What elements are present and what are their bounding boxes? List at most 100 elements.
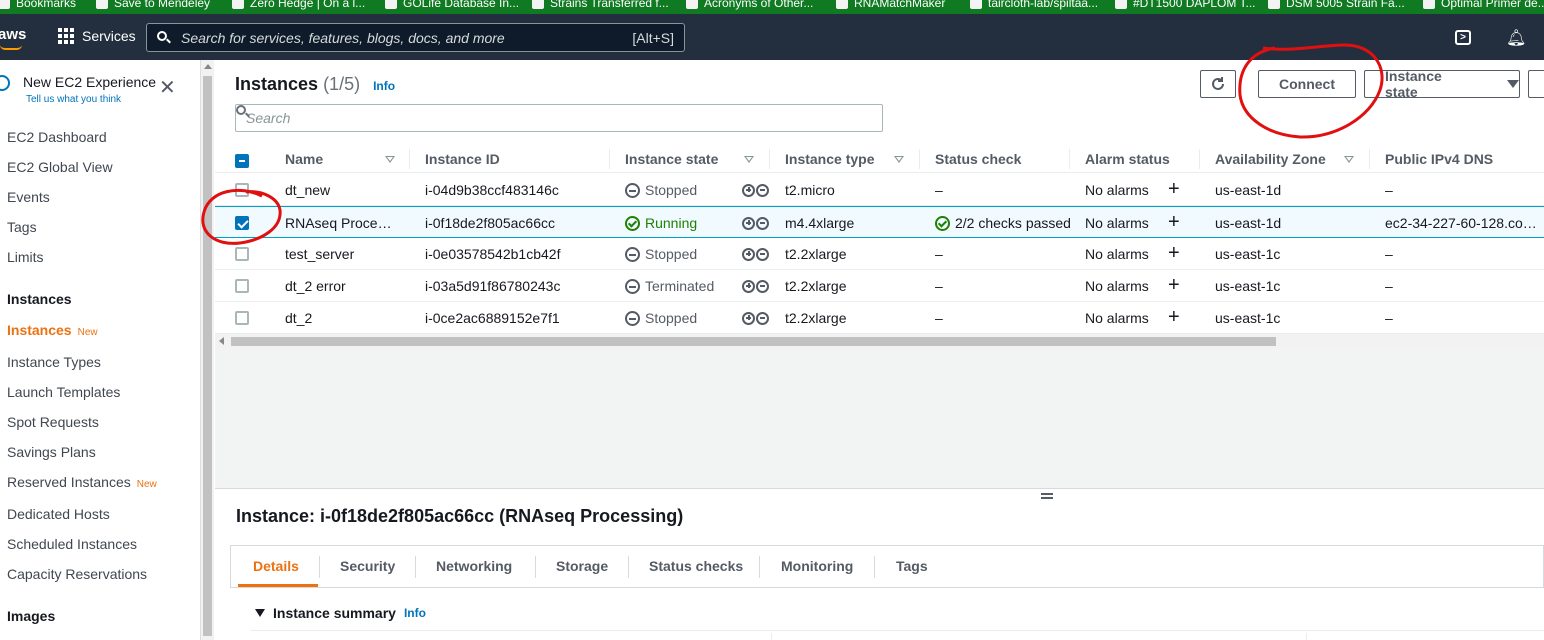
horizontal-scrollbar[interactable]: [215, 334, 1544, 348]
column-header[interactable]: Name: [285, 151, 323, 167]
tab-networking[interactable]: Networking: [436, 558, 512, 574]
column-header[interactable]: Instance state: [625, 151, 718, 167]
sidebar-item[interactable]: Scheduled Instances: [7, 536, 137, 552]
global-search[interactable]: [Alt+S]: [146, 23, 685, 52]
zoom-in-icon[interactable]: [742, 216, 755, 230]
instance-id-link[interactable]: i-0f18de2f805ac66cc: [425, 215, 555, 231]
add-alarm-icon[interactable]: +: [1168, 275, 1180, 295]
row-checkbox[interactable]: [235, 216, 249, 230]
add-alarm-icon[interactable]: +: [1168, 243, 1180, 263]
sidebar-item[interactable]: Launch Templates: [7, 384, 120, 400]
info-link[interactable]: Info: [373, 79, 395, 93]
column-separator[interactable]: [409, 149, 410, 169]
table-row[interactable]: dt_2 error i-03a5d91f86780243c t2.2xlarge N…: [215, 270, 1544, 302]
column-separator[interactable]: [769, 149, 770, 169]
column-header[interactable]: Instance type: [785, 151, 874, 167]
zoom-in-icon[interactable]: [742, 311, 755, 325]
drag-handle-icon[interactable]: [1041, 493, 1053, 499]
sidebar-scrollbar[interactable]: [200, 60, 214, 640]
instance-id-link[interactable]: i-0e03578542b1cb42f: [425, 246, 560, 262]
add-alarm-icon[interactable]: +: [1168, 307, 1180, 327]
bookmark-item[interactable]: Strains Transferred f...: [532, 0, 669, 10]
refresh-button[interactable]: [1200, 70, 1236, 98]
cloudshell-icon[interactable]: >: [1455, 30, 1471, 45]
sidebar-item[interactable]: Limits: [7, 249, 44, 265]
table-search-input[interactable]: [246, 110, 826, 126]
table-search[interactable]: [235, 104, 883, 132]
actions-button[interactable]: [1528, 70, 1544, 98]
table-row[interactable]: dt_2 i-0ce2ac6889152e7f1 t2.2xlarge No alar…: [215, 302, 1544, 334]
scrollbar-thumb[interactable]: [203, 76, 212, 636]
column-header[interactable]: Availability Zone: [1215, 151, 1326, 167]
sidebar-item[interactable]: Instance Types: [7, 354, 101, 370]
bookmark-item[interactable]: #DT1500 DAPLOM T...: [1115, 0, 1256, 10]
zoom-controls[interactable]: [742, 247, 769, 261]
zoom-controls[interactable]: [742, 216, 769, 230]
zoom-out-icon[interactable]: [756, 183, 769, 197]
tab-status-checks[interactable]: Status checks: [649, 558, 743, 574]
column-separator[interactable]: [1199, 149, 1200, 169]
close-icon[interactable]: ✕: [159, 78, 176, 98]
split-divider[interactable]: [215, 488, 1544, 489]
column-header[interactable]: Status check: [935, 151, 1021, 167]
connect-button[interactable]: Connect: [1258, 70, 1356, 98]
zoom-controls[interactable]: [742, 183, 769, 197]
tab-details[interactable]: Details: [253, 558, 299, 574]
add-alarm-icon[interactable]: +: [1168, 212, 1180, 232]
add-alarm-icon[interactable]: +: [1168, 179, 1180, 199]
zoom-in-icon[interactable]: [742, 279, 755, 293]
select-all-checkbox[interactable]: [235, 154, 249, 168]
zoom-out-icon[interactable]: [756, 311, 769, 325]
sidebar-item[interactable]: Instances New: [7, 322, 98, 338]
column-header[interactable]: Public IPv4 DNS: [1385, 151, 1493, 167]
sidebar-item[interactable]: Reserved Instances New: [7, 474, 157, 490]
zoom-out-icon[interactable]: [756, 216, 769, 230]
table-row[interactable]: dt_new i-04d9b38ccf483146c t2.micro No alar…: [215, 174, 1544, 206]
bookmark-item[interactable]: Zero Hedge | On a l...: [232, 0, 365, 10]
sidebar-item[interactable]: Savings Plans: [7, 444, 96, 460]
sort-icon[interactable]: [1344, 156, 1354, 163]
instance-id-link[interactable]: i-04d9b38ccf483146c: [425, 182, 559, 198]
instance-id-link[interactable]: i-03a5d91f86780243c: [425, 278, 560, 294]
sidebar-item[interactable]: Dedicated Hosts: [7, 506, 110, 522]
tab-tags[interactable]: Tags: [896, 558, 928, 574]
column-header[interactable]: Alarm status: [1085, 151, 1170, 167]
tab-storage[interactable]: Storage: [556, 558, 608, 574]
column-separator[interactable]: [609, 149, 610, 169]
bookmark-item[interactable]: taircloth-lab/spiltaa...: [970, 0, 1098, 10]
bookmark-item[interactable]: RNAMatchMaker: [836, 0, 945, 10]
row-checkbox[interactable]: [235, 247, 249, 261]
sidebar-item[interactable]: Tags: [7, 219, 37, 235]
new-experience-toggle[interactable]: [0, 75, 10, 91]
zoom-out-icon[interactable]: [756, 247, 769, 261]
sidebar-item[interactable]: EC2 Dashboard: [7, 129, 107, 145]
column-header[interactable]: Instance ID: [425, 151, 500, 167]
sort-icon[interactable]: [744, 156, 754, 163]
scroll-up-arrow[interactable]: [204, 64, 212, 69]
zoom-in-icon[interactable]: [742, 247, 755, 261]
bookmark-item[interactable]: Optimal Primer de...: [1423, 0, 1544, 10]
row-checkbox[interactable]: [235, 183, 249, 197]
info-link[interactable]: Info: [404, 606, 426, 620]
bookmark-item[interactable]: DSM 5005 Strain Fa...: [1268, 0, 1405, 10]
sidebar-item[interactable]: Capacity Reservations: [7, 566, 147, 582]
bookmark-item[interactable]: Bookmarks: [0, 0, 76, 10]
zoom-out-icon[interactable]: [756, 279, 769, 293]
feedback-link[interactable]: Tell us what you think: [26, 94, 121, 105]
sidebar-item[interactable]: Spot Requests: [7, 414, 99, 430]
tab-monitoring[interactable]: Monitoring: [781, 558, 853, 574]
aws-logo[interactable]: aws: [0, 26, 26, 43]
zoom-controls[interactable]: [742, 311, 769, 325]
column-separator[interactable]: [1069, 149, 1070, 169]
zoom-controls[interactable]: [742, 279, 769, 293]
table-row[interactable]: RNAseq Proce… i-0f18de2f805ac66cc m4.4xlar…: [215, 206, 1544, 238]
scroll-left-arrow[interactable]: [219, 337, 224, 345]
row-checkbox[interactable]: [235, 311, 249, 325]
instance-id-link[interactable]: i-0ce2ac6889152e7f1: [425, 310, 560, 326]
column-separator[interactable]: [919, 149, 920, 169]
zoom-in-icon[interactable]: [742, 183, 755, 197]
bookmark-item[interactable]: Acronyms of Other...: [686, 0, 813, 10]
bookmark-item[interactable]: Save to Mendeley: [96, 0, 210, 10]
column-separator[interactable]: [1369, 149, 1370, 169]
horizontal-scrollbar-thumb[interactable]: [231, 337, 1276, 346]
